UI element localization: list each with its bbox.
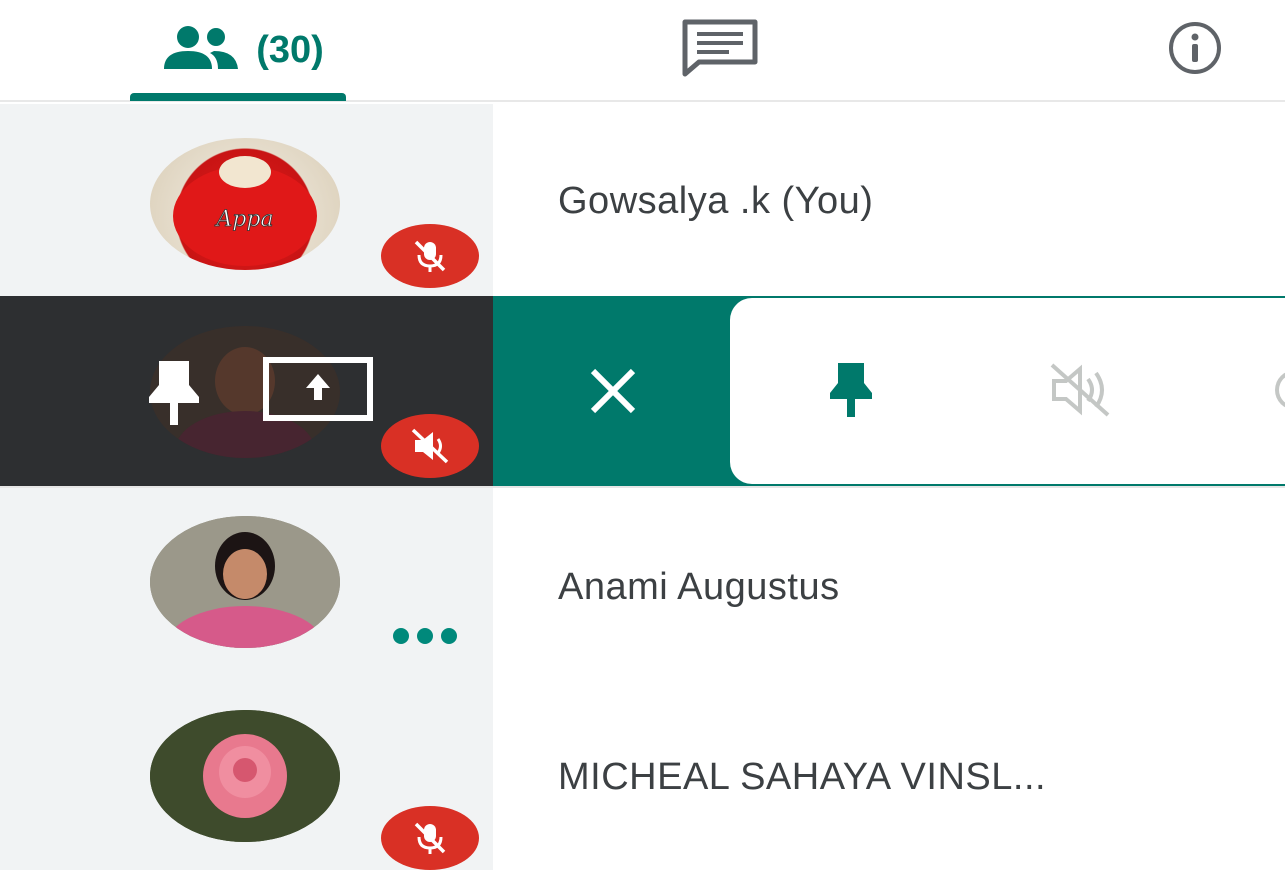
avatar: Appa [150,138,340,270]
volume-off-icon [411,428,449,464]
mute-icon[interactable] [1034,350,1126,430]
mic-off-badge [381,806,479,870]
participant-count: (30) [256,28,324,71]
avatar [150,710,340,842]
participant-row[interactable]: MICHEAL SAHAYA VINSL... [0,676,1285,870]
mic-off-badge [381,224,479,288]
speaking-indicator [393,628,457,644]
avatar [150,516,340,648]
mic-off-icon [414,240,446,272]
pin-icon[interactable] [806,350,896,430]
avatar-text: Appa [214,207,273,232]
participant-name: Anami Augustus [558,566,840,608]
tab-info[interactable] [1145,0,1245,100]
audio-off-badge [381,414,479,478]
participant-action-menu [730,298,1285,484]
tab-bar: (30) [0,0,1285,102]
present-screen-icon[interactable] [262,356,374,422]
mic-off-icon [414,822,446,854]
tab-chat[interactable] [670,0,770,100]
participant-row[interactable]: Appa Gowsalya .k (You) [0,104,1285,296]
participant-name: MICHEAL SAHAYA VINSL... [558,756,1047,798]
chat-icon [679,18,761,83]
info-icon [1167,20,1223,81]
active-tab-indicator [130,93,346,101]
people-icon [152,23,244,78]
participant-row[interactable]: Anami Augustus [0,488,1285,676]
more-options-icon[interactable] [1275,370,1285,410]
selected-participant-overlay [0,296,493,486]
participant-name: Gowsalya .k (You) [558,180,874,222]
tab-people[interactable]: (30) [130,0,346,100]
pin-icon[interactable] [134,354,214,430]
close-icon[interactable] [563,351,663,431]
